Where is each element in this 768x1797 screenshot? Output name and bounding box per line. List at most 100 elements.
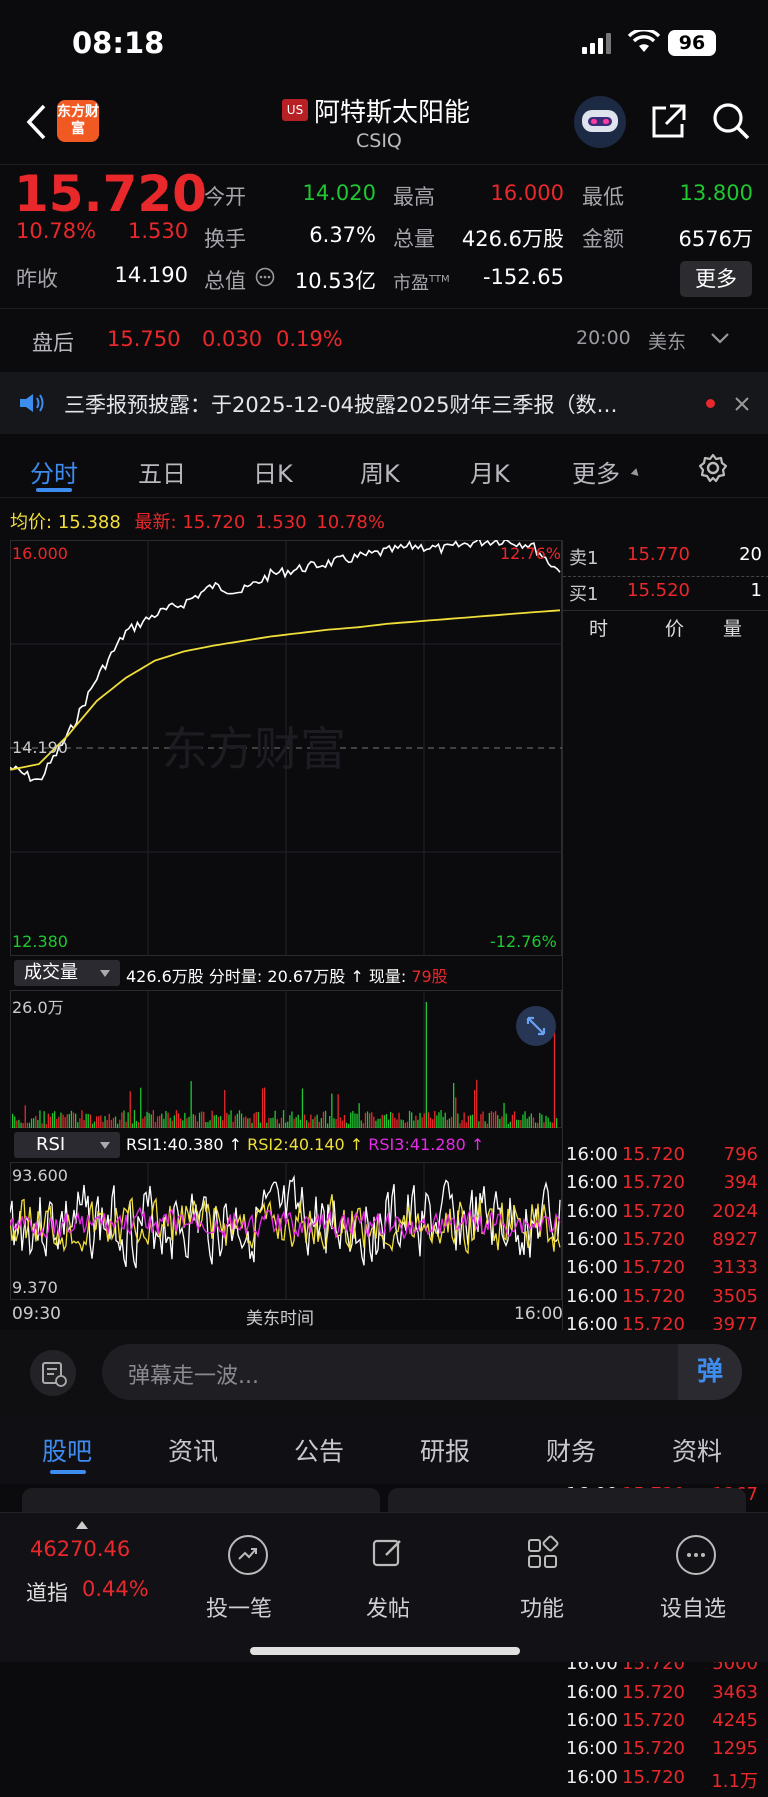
search-icon[interactable] bbox=[710, 100, 752, 142]
volume-bar bbox=[232, 1121, 234, 1128]
volume-bar bbox=[524, 1111, 526, 1128]
volume-bar bbox=[230, 1110, 232, 1128]
volume-bar bbox=[87, 1113, 89, 1128]
volume-bar bbox=[60, 1112, 62, 1128]
volume-bar bbox=[459, 1123, 461, 1128]
tab-finance[interactable]: 财务 bbox=[546, 1432, 596, 1468]
volume-bar bbox=[266, 1122, 268, 1128]
trade-price: 15.720 bbox=[622, 1710, 685, 1731]
post-button[interactable]: 发帖 bbox=[342, 1513, 432, 1663]
tab-five-day[interactable]: 五日 bbox=[138, 454, 186, 489]
volume-bar bbox=[375, 1120, 377, 1128]
volume-bar bbox=[532, 1117, 535, 1128]
clock: 08:18 bbox=[72, 26, 165, 60]
add-watchlist-button[interactable]: 设自选 bbox=[652, 1513, 742, 1663]
back-icon[interactable] bbox=[24, 102, 48, 142]
trades-head-qty: 量 bbox=[723, 618, 743, 640]
change-amount: 1.530 bbox=[128, 219, 189, 243]
close-icon[interactable] bbox=[734, 396, 750, 412]
quote-panel: 15.720 10.78% 1.530 昨收 14.190 今开 14.020 … bbox=[0, 164, 768, 304]
tab-monthly-k[interactable]: 月K bbox=[470, 454, 510, 489]
edit-icon bbox=[372, 1539, 401, 1567]
content-tabs: 股吧 资讯 公告 研报 财务 资料 bbox=[0, 1414, 768, 1484]
share-icon[interactable] bbox=[650, 102, 688, 140]
volume-bar bbox=[175, 1110, 178, 1128]
trade-price: 15.720 bbox=[622, 1285, 685, 1307]
volume-bar bbox=[291, 1111, 293, 1128]
app-logo[interactable]: 东方财富 bbox=[57, 100, 99, 142]
volume-bar bbox=[400, 1119, 402, 1128]
volume-bar bbox=[146, 1111, 148, 1128]
volume-bar bbox=[150, 1114, 152, 1128]
volume-bar bbox=[226, 1112, 228, 1128]
trade-qty: 1.1万 bbox=[711, 1770, 758, 1792]
expand-icon[interactable] bbox=[516, 1006, 556, 1046]
volume-bar bbox=[123, 1110, 125, 1128]
tab-announcements[interactable]: 公告 bbox=[294, 1432, 344, 1468]
volume-bar bbox=[110, 1119, 112, 1128]
volume-bar bbox=[444, 1112, 446, 1128]
volume-bar bbox=[96, 1116, 98, 1128]
volume-bar bbox=[135, 1120, 138, 1128]
volume-bar bbox=[541, 1114, 543, 1128]
volume-bar bbox=[234, 1115, 236, 1128]
robot-assistant-icon[interactable] bbox=[574, 96, 626, 148]
danmu-input[interactable]: 弹幕走一波... 弹 bbox=[102, 1344, 742, 1400]
notice-text: 三季报预披露：于2025-12-04披露2025财年三季报（数… bbox=[64, 393, 618, 417]
rsi-selector[interactable]: RSI bbox=[14, 1132, 120, 1158]
volume-bar bbox=[49, 1116, 52, 1128]
volume-bar bbox=[545, 1115, 547, 1128]
danmu-send-button[interactable]: 弹 bbox=[678, 1344, 742, 1400]
trades-head-time: 时 bbox=[589, 618, 609, 640]
trade-time: 16:00 bbox=[566, 1738, 618, 1760]
tab-guba[interactable]: 股吧 bbox=[42, 1432, 92, 1468]
tab-profile[interactable]: 资料 bbox=[672, 1432, 722, 1468]
trade-price: 15.720 bbox=[622, 1738, 685, 1760]
volume-bar bbox=[186, 1118, 188, 1128]
volume-bar bbox=[81, 1110, 83, 1128]
volume-bar bbox=[274, 1110, 276, 1128]
volume-bar bbox=[453, 1083, 455, 1128]
volume-bar bbox=[282, 1110, 285, 1128]
volume-bar bbox=[276, 1119, 278, 1128]
volume-bar bbox=[236, 1113, 238, 1128]
price-chart[interactable]: 东方财富 bbox=[10, 540, 562, 956]
last-price: 15.720 bbox=[14, 165, 207, 223]
tab-daily-k[interactable]: 日K bbox=[253, 454, 293, 489]
volume-bar bbox=[329, 1116, 331, 1128]
tab-more[interactable]: 更多 bbox=[572, 454, 620, 489]
volume-bar bbox=[350, 1112, 352, 1128]
tab-research[interactable]: 研报 bbox=[420, 1432, 470, 1468]
volume-bar bbox=[18, 1119, 20, 1128]
volume-bar bbox=[180, 1118, 182, 1128]
info-icon[interactable] bbox=[255, 267, 275, 287]
notice-bar[interactable]: 三季报预披露：于2025-12-04披露2025财年三季报（数… bbox=[0, 372, 768, 434]
danmu-list-icon[interactable] bbox=[30, 1350, 76, 1396]
settings-gear-icon[interactable] bbox=[697, 452, 729, 484]
tab-weekly-k[interactable]: 周K bbox=[360, 454, 400, 489]
after-hours-row[interactable]: 盘后 15.750 0.030 0.19% 20:00 美东 bbox=[0, 308, 768, 368]
chevron-down-icon[interactable] bbox=[710, 331, 730, 345]
tab-news[interactable]: 资讯 bbox=[168, 1432, 218, 1468]
volume-bar bbox=[425, 1002, 427, 1128]
volume-bar bbox=[398, 1112, 400, 1128]
volume-bar bbox=[513, 1111, 516, 1128]
functions-button[interactable]: 功能 bbox=[500, 1513, 590, 1663]
volume-bar bbox=[480, 1114, 482, 1128]
trade-qty: 394 bbox=[723, 1172, 758, 1194]
index-value[interactable]: 46270.46 bbox=[30, 1537, 130, 1561]
more-button[interactable]: 更多 bbox=[680, 261, 752, 297]
tab-more-caret-icon bbox=[630, 468, 642, 479]
volume-bar bbox=[434, 1111, 436, 1128]
rsi-chart[interactable] bbox=[10, 1162, 562, 1300]
volume-bar bbox=[348, 1123, 350, 1128]
invest-button[interactable]: 投一笔 bbox=[198, 1513, 298, 1663]
volume-bar bbox=[125, 1121, 127, 1128]
volume-chart[interactable] bbox=[10, 990, 562, 1128]
volume-bar bbox=[16, 1120, 18, 1128]
dropdown-caret-icon bbox=[100, 1142, 110, 1149]
volume-selector[interactable]: 成交量 bbox=[14, 960, 120, 986]
volume-bar bbox=[364, 1112, 367, 1128]
tab-intraday[interactable]: 分时 bbox=[30, 454, 78, 489]
volume-bar bbox=[144, 1116, 146, 1128]
